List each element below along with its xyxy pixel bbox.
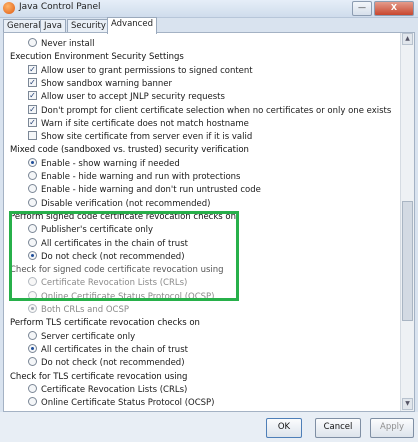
cancel-button[interactable]: Cancel xyxy=(315,418,361,438)
tab-advanced[interactable]: Advanced xyxy=(107,17,157,34)
radio-option[interactable]: Certificate Revocation Lists (CRLs) xyxy=(28,383,188,397)
radio-selected-icon[interactable] xyxy=(28,157,37,167)
option-label: Allow user to accept JNLP security reque… xyxy=(41,92,225,103)
radio-selected-icon[interactable] xyxy=(28,343,37,353)
advanced-settings-panel: Never install Execution Environment Secur… xyxy=(3,32,415,412)
title-bar: Java Control Panel — X xyxy=(0,0,418,18)
option-label: All certificates in the chain of trust xyxy=(41,344,188,355)
radio-selected-icon xyxy=(28,304,37,313)
option-label: Show sandbox warning banner xyxy=(41,78,172,89)
radio-unselected-icon[interactable] xyxy=(28,330,37,340)
section-heading: Mixed code (sandboxed vs. trusted) secur… xyxy=(10,144,249,157)
option-label: Allow user to grant permissions to signe… xyxy=(41,65,253,76)
radio-unselected-icon[interactable] xyxy=(28,357,37,367)
scroll-down-icon[interactable]: ▼ xyxy=(402,398,413,410)
option-label: Check for TLS certificate revocation usi… xyxy=(10,371,188,382)
scrollbar-thumb[interactable] xyxy=(402,201,413,321)
tab-java[interactable]: Java xyxy=(40,19,66,33)
checkbox-option[interactable]: ✓ Allow user to accept JNLP security requ… xyxy=(28,91,225,104)
checkbox-unchecked-icon[interactable] xyxy=(28,131,37,141)
option-label: Certificate Revocation Lists (CRLs) xyxy=(41,384,188,395)
window-title: Java Control Panel xyxy=(19,2,101,12)
checkbox-checked-icon[interactable]: ✓ xyxy=(28,64,37,74)
java-icon xyxy=(3,2,15,14)
checkbox-checked-icon[interactable]: ✓ xyxy=(28,104,37,114)
highlight-box xyxy=(9,211,239,301)
option-label: Perform TLS certificate revocation check… xyxy=(10,318,200,329)
radio-option: Both CRLs and OCSP xyxy=(28,304,129,317)
checkbox-option[interactable]: ✓ Warn if site certificate does not match… xyxy=(28,117,249,131)
option-label: Online Certificate Status Protocol (OCSP… xyxy=(41,398,215,409)
radio-option[interactable]: Enable - hide warning and run with prote… xyxy=(28,171,241,184)
radio-option[interactable]: Enable - hide warning and don't run untr… xyxy=(28,184,261,197)
radio-unselected-icon[interactable] xyxy=(28,383,37,393)
option-label: Warn if site certificate does not match … xyxy=(41,118,249,129)
option-label: Enable - hide warning and run with prote… xyxy=(41,172,241,182)
radio-option[interactable]: All certificates in the chain of trust xyxy=(28,343,188,357)
radio-option[interactable]: Online Certificate Status Protocol (OCSP… xyxy=(28,397,215,410)
section-heading: Check for TLS certificate revocation usi… xyxy=(10,371,187,384)
radio-unselected-icon[interactable] xyxy=(28,38,37,47)
option-label: Disable verification (not recommended) xyxy=(41,198,211,209)
minimize-button[interactable]: — xyxy=(352,1,372,16)
checkbox-option[interactable]: ✓ Allow user to grant permissions to sign… xyxy=(28,64,253,78)
radio-unselected-icon[interactable] xyxy=(28,171,37,180)
radio-option[interactable]: Disable verification (not recommended) xyxy=(28,197,211,211)
checkbox-checked-icon[interactable]: ✓ xyxy=(28,117,37,127)
radio-unselected-icon[interactable] xyxy=(28,184,37,194)
radio-unselected-icon[interactable] xyxy=(28,197,37,207)
option-label: Execution Environment Security Settings xyxy=(10,52,184,63)
option-label: Show site certificate from server even i… xyxy=(41,132,253,143)
option-label: Server certificate only xyxy=(41,331,136,342)
option-label: Enable - show warning if needed xyxy=(41,158,180,169)
option-label: Mixed code (sandboxed vs. trusted) secur… xyxy=(10,145,249,156)
option-label: Both CRLs and OCSP xyxy=(41,305,130,315)
checkbox-option[interactable]: ✓ Show sandbox warning banner xyxy=(28,77,172,91)
option-label: Never install xyxy=(41,39,95,49)
checkbox-checked-icon[interactable]: ✓ xyxy=(28,91,37,101)
radio-option[interactable]: Never install xyxy=(28,38,95,51)
radio-option[interactable]: Server certificate only xyxy=(28,330,136,344)
section-heading: Perform TLS certificate revocation check… xyxy=(10,317,200,330)
checkbox-option[interactable]: Show site certificate from server even i… xyxy=(28,131,252,144)
vertical-scrollbar[interactable]: ▲ ▼ xyxy=(400,33,414,411)
option-label: Do not check (not recommended) xyxy=(41,358,185,369)
close-button[interactable]: X xyxy=(374,1,414,16)
radio-option[interactable]: Enable - show warning if needed xyxy=(28,157,180,171)
tab-general[interactable]: General xyxy=(3,19,45,33)
button-bar: OK Cancel Apply xyxy=(0,412,418,442)
section-heading: Execution Environment Security Settings xyxy=(10,51,184,64)
checkbox-checked-icon[interactable]: ✓ xyxy=(28,77,37,87)
radio-unselected-icon[interactable] xyxy=(28,397,37,407)
ok-button[interactable]: OK xyxy=(266,418,302,438)
option-label: Enable - hide warning and don't run untr… xyxy=(41,185,261,196)
radio-option[interactable]: Do not check (not recommended) xyxy=(28,357,185,370)
scroll-up-icon[interactable]: ▲ xyxy=(402,33,413,45)
option-label: Don't prompt for client certificate sele… xyxy=(41,105,392,116)
apply-button[interactable]: Apply xyxy=(370,418,414,438)
tab-security[interactable]: Security xyxy=(67,19,110,33)
checkbox-option[interactable]: ✓ Don't prompt for client certificate sel… xyxy=(28,104,392,118)
